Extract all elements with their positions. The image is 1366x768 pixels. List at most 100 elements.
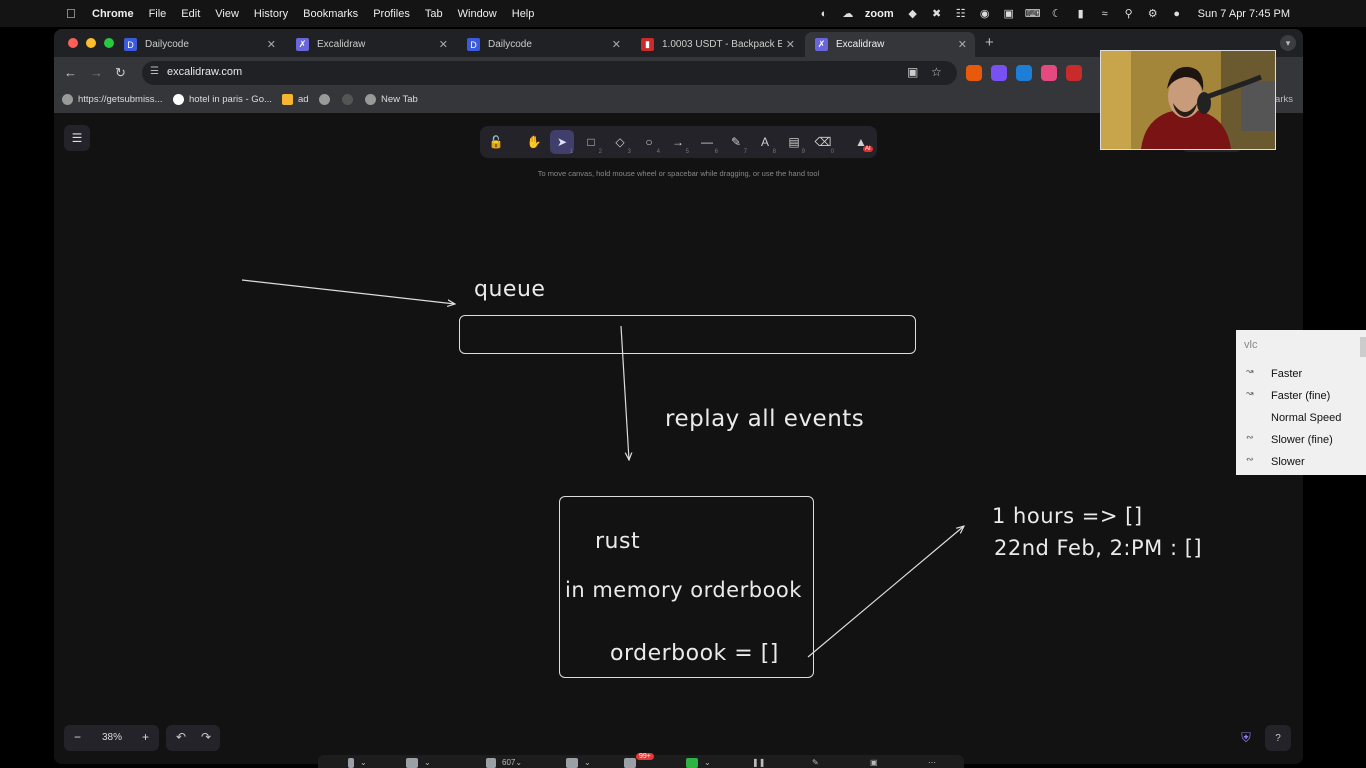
menu-app-name[interactable]: Chrome — [92, 8, 134, 20]
menu-history[interactable]: History — [254, 8, 288, 20]
vlc-faster-item[interactable]: Faster — [1271, 368, 1302, 380]
status-building-icon[interactable]: ▣ — [1002, 7, 1016, 21]
status-grid-icon[interactable]: ☷ — [954, 7, 968, 21]
extension-icon[interactable] — [1041, 65, 1057, 81]
zoom-status-label[interactable]: zoom — [865, 8, 894, 20]
extension-icon[interactable] — [1016, 65, 1032, 81]
tab-title: Excalidraw — [317, 39, 366, 50]
extension-icon[interactable] — [1066, 65, 1082, 81]
excalidraw-canvas[interactable]: ☰ 🔓 ✋ ➤ 1 □ 2 ◇ 3 ○ 4 → 5 —6 ✎ 7 A8 ▤ 9 ⌫ 0 ▲ AI… — [54, 113, 1303, 764]
tab-close-icon[interactable]: ✕ — [786, 38, 795, 51]
zoom-controls: − 38% + — [64, 725, 159, 751]
menu-tab[interactable]: Tab — [425, 8, 443, 20]
address-url[interactable]: excalidraw.com — [167, 66, 242, 78]
control-center-icon[interactable]: ⚙ — [1146, 7, 1160, 21]
pause-share-icon[interactable]: ❚❚ — [752, 757, 765, 768]
annotate-icon[interactable]: ✎ — [812, 757, 819, 768]
vlc-menu-scrollbar[interactable] — [1360, 337, 1366, 357]
zoom-in-button[interactable]: + — [142, 730, 149, 744]
siri-icon[interactable]: ● — [1170, 7, 1184, 21]
queue-label[interactable]: queue — [474, 277, 545, 302]
bookmark-item[interactable] — [319, 94, 335, 105]
wifi-icon[interactable]: ≈ — [1098, 7, 1112, 21]
bookmark-item[interactable]: hotel in paris - Go... — [173, 94, 272, 105]
tab-close-icon[interactable]: ✕ — [958, 38, 967, 51]
replay-events-label[interactable]: replay all events — [665, 406, 864, 432]
snapshot-hours-label[interactable]: 1 hours => [] — [992, 504, 1143, 528]
chat-icon[interactable]: ⌄ — [566, 757, 591, 768]
arrow-to-queue[interactable] — [241, 279, 455, 304]
vlc-normal-speed-item[interactable]: Normal Speed — [1271, 412, 1341, 424]
queue-box[interactable] — [459, 315, 916, 354]
tab-close-icon[interactable]: ✕ — [267, 38, 276, 51]
participants-icon[interactable]: 607 ⌄ — [486, 757, 522, 768]
tab-close-icon[interactable]: ✕ — [612, 38, 621, 51]
tab-dailycode-1[interactable]: D Dailycode ✕ — [114, 32, 284, 57]
bookmark-item[interactable]: https://getsubmiss... — [62, 94, 162, 105]
undo-icon[interactable]: ↶ — [176, 730, 186, 744]
menu-bar-status-area: ◐ ☁ zoom ◆ ✖ ☷ ◉ ▣ ⌨ ☾ ▮ ≈ ⚲ ⚙ ● Sun 7 A… — [817, 0, 1366, 27]
bookmark-star-icon[interactable]: ☆ — [931, 65, 942, 79]
tab-dailycode-2[interactable]: D Dailycode ✕ — [457, 32, 629, 57]
forward-button[interactable]: → — [90, 65, 103, 80]
search-icon[interactable]: ⚲ — [1122, 7, 1136, 21]
remote-control-icon[interactable]: ▣ — [870, 757, 878, 768]
install-app-icon[interactable]: ▣ — [907, 65, 918, 79]
more-icon[interactable]: ⋯ — [928, 757, 936, 768]
menu-bar-clock[interactable]: Sun 7 Apr 7:45 PM — [1198, 8, 1290, 20]
zoom-window-button[interactable] — [104, 38, 114, 48]
tab-excalidraw-active[interactable]: ✗ Excalidraw ✕ — [805, 32, 975, 57]
tab-close-icon[interactable]: ✕ — [439, 38, 448, 51]
help-icon[interactable]: ? — [1265, 725, 1291, 751]
video-icon[interactable]: ⌄ — [406, 757, 431, 768]
snapshot-date-label[interactable]: 22nd Feb, 2:PM : [] — [994, 536, 1202, 560]
vlc-slower-item[interactable]: Slower — [1271, 456, 1305, 468]
vlc-slower-fine-item[interactable]: Slower (fine) — [1271, 434, 1333, 446]
in-memory-orderbook-label[interactable]: in memory orderbook — [565, 578, 802, 602]
status-weather-icon[interactable]: ☁ — [841, 7, 855, 21]
close-window-button[interactable] — [68, 38, 78, 48]
globe-icon — [365, 94, 376, 105]
status-record-icon[interactable]: ◉ — [978, 7, 992, 21]
address-bar[interactable]: ☰ excalidraw.com ▣ ☆ — [142, 61, 957, 85]
phantom-extension-icon[interactable] — [991, 65, 1007, 81]
site-info-icon[interactable]: ☰ — [150, 66, 159, 77]
tab-backpack-exchange[interactable]: ▮ 1.0003 USDT - Backpack Exc ✕ — [631, 32, 803, 57]
minimize-window-button[interactable] — [86, 38, 96, 48]
bookmark-item[interactable]: ad — [282, 94, 309, 105]
zoom-out-button[interactable]: − — [74, 730, 81, 744]
bookmark-item[interactable] — [342, 94, 358, 105]
redo-icon[interactable]: ↷ — [201, 730, 211, 744]
status-close-icon[interactable]: ✖ — [930, 7, 944, 21]
menu-edit[interactable]: Edit — [181, 8, 200, 20]
menu-view[interactable]: View — [215, 8, 239, 20]
metamask-extension-icon[interactable] — [966, 65, 982, 81]
status-moon-icon[interactable]: ☾ — [1050, 7, 1064, 21]
reload-button[interactable]: ↻ — [115, 65, 126, 81]
back-button[interactable]: ← — [64, 65, 77, 80]
apple-icon[interactable]:  — [66, 6, 80, 21]
menu-help[interactable]: Help — [512, 8, 535, 20]
mute-icon[interactable]: ⌄ — [348, 757, 367, 768]
all-bookmarks-label[interactable]: arks — [1275, 94, 1293, 105]
zoom-level[interactable]: 38% — [102, 732, 122, 743]
menu-file[interactable]: File — [149, 8, 167, 20]
menu-window[interactable]: Window — [458, 8, 497, 20]
new-tab-button[interactable]: + — [985, 34, 994, 51]
vlc-faster-fine-item[interactable]: Faster (fine) — [1271, 390, 1330, 402]
menu-profiles[interactable]: Profiles — [373, 8, 410, 20]
rust-label[interactable]: rust — [595, 529, 640, 554]
share-screen-icon[interactable]: ⌄ — [686, 757, 711, 768]
excalidraw-favicon-icon: ✗ — [296, 38, 309, 51]
status-shield-icon[interactable]: ◆ — [906, 7, 920, 21]
arrow-orderbook-to-snapshots[interactable] — [807, 526, 964, 658]
tab-search-icon[interactable]: ▾ — [1280, 35, 1296, 51]
tab-excalidraw-1[interactable]: ✗ Excalidraw ✕ — [286, 32, 456, 57]
bookmark-item[interactable]: New Tab — [365, 94, 418, 105]
menu-bookmarks[interactable]: Bookmarks — [303, 8, 358, 20]
status-keyboard-icon[interactable]: ⌨ — [1025, 7, 1041, 21]
shield-icon[interactable]: ⛨ — [1233, 725, 1259, 751]
status-app-icon[interactable]: ◐ — [817, 7, 831, 21]
orderbook-label[interactable]: orderbook = [] — [610, 641, 779, 666]
battery-icon[interactable]: ▮ — [1074, 7, 1088, 21]
